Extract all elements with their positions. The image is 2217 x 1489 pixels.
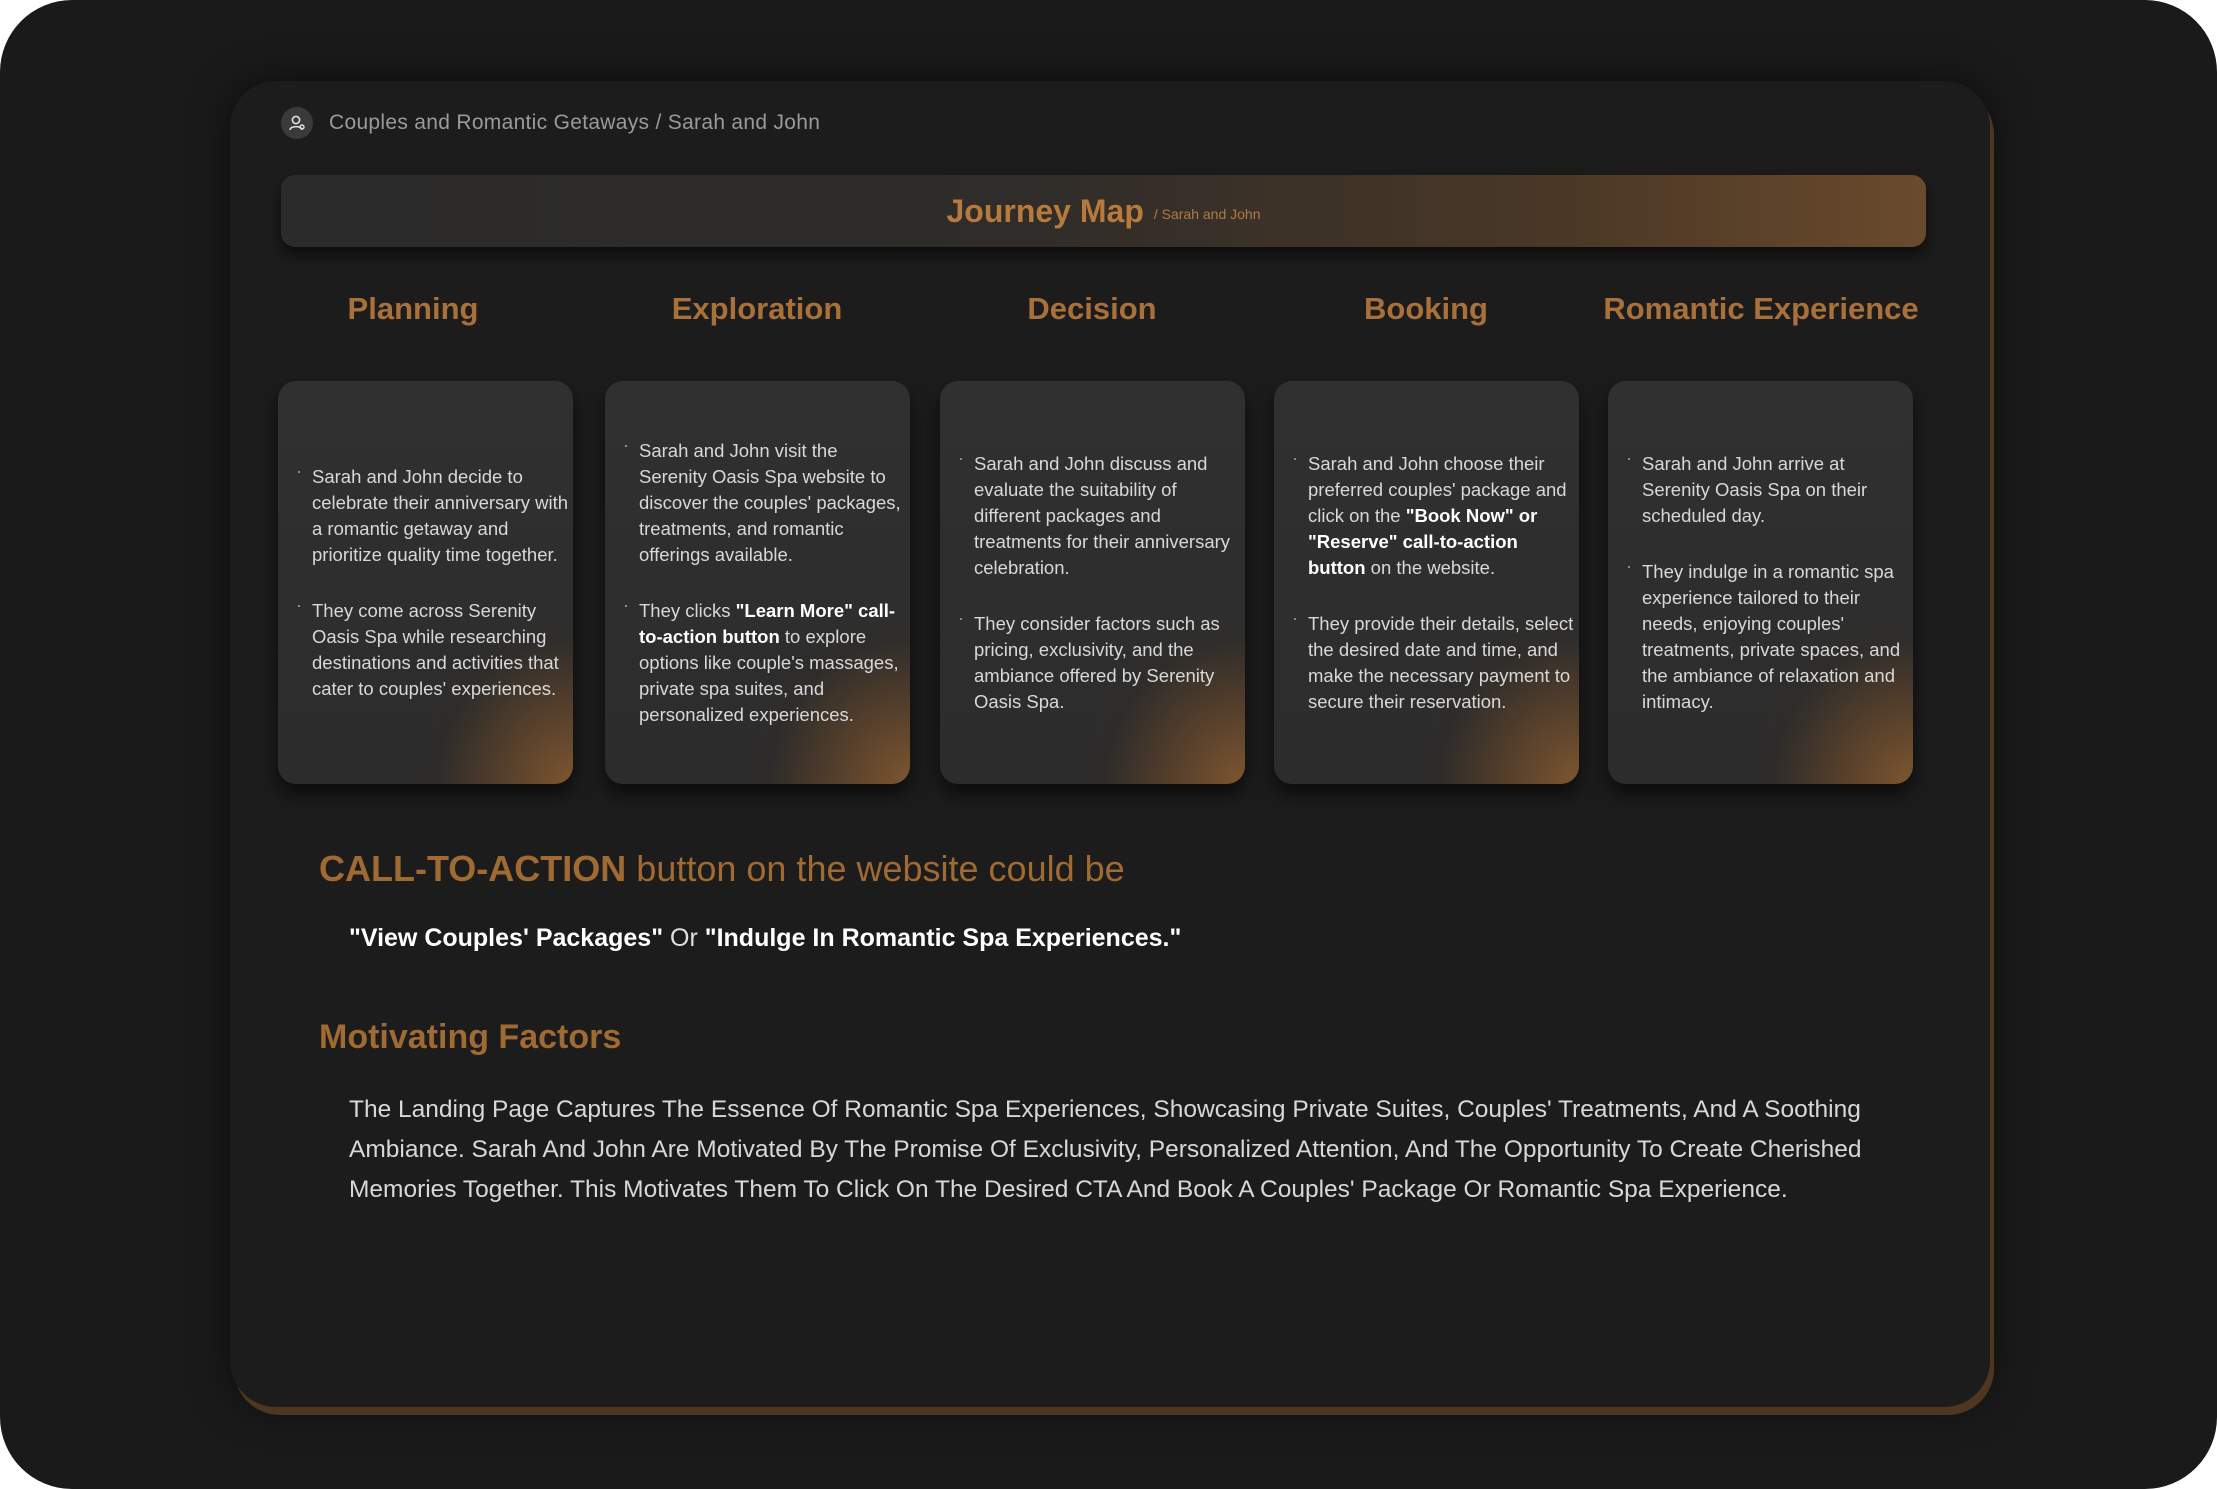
stage-title-decision: Decision bbox=[1027, 291, 1157, 326]
stage-title-booking: Booking bbox=[1364, 291, 1488, 326]
card-bullet: Sarah and John decide to celebrate their… bbox=[296, 458, 569, 568]
card-bullet: They clicks "Learn More" call-to-action … bbox=[623, 592, 906, 728]
page-title: Journey Map bbox=[946, 192, 1144, 229]
device-frame: Couples and Romantic Getaways / Sarah an… bbox=[0, 0, 2217, 1489]
journey-map-header: Journey Map / Sarah and John bbox=[281, 175, 1926, 247]
cta-heading: CALL-TO-ACTION button on the website cou… bbox=[319, 848, 1125, 889]
card-bullet: Sarah and John visit the Serenity Oasis … bbox=[623, 432, 906, 568]
card-bullet: They provide their details, select the d… bbox=[1292, 605, 1575, 715]
stage-card-booking: Sarah and John choose their preferred co… bbox=[1274, 381, 1579, 784]
motivating-factors-heading: Motivating Factors bbox=[319, 1018, 622, 1056]
stage-title-romantic-experience: Romantic Experience bbox=[1603, 291, 1919, 326]
card-bullet: They come across Serenity Oasis Spa whil… bbox=[296, 592, 569, 702]
card-bullet: They indulge in a romantic spa experienc… bbox=[1626, 553, 1909, 715]
stage-card-decision: Sarah and John discuss and evaluate the … bbox=[940, 381, 1245, 784]
page-subtitle: / Sarah and John bbox=[1153, 206, 1261, 222]
card-bullet: Sarah and John discuss and evaluate the … bbox=[958, 445, 1241, 581]
card-bullet: Sarah and John arrive at Serenity Oasis … bbox=[1626, 445, 1909, 529]
cta-option-indulge: "Indulge In Romantic Spa Experiences." bbox=[704, 924, 1182, 952]
card-bullet: Sarah and John choose their preferred co… bbox=[1292, 445, 1575, 581]
user-icon[interactable] bbox=[281, 107, 313, 139]
breadcrumb: Couples and Romantic Getaways / Sarah an… bbox=[281, 107, 820, 139]
stage-title-planning: Planning bbox=[347, 291, 479, 326]
stage-card-romantic-experience: Sarah and John arrive at Serenity Oasis … bbox=[1608, 381, 1913, 784]
cta-option-view-packages: "View Couples' Packages" bbox=[349, 924, 664, 952]
motivating-factors-text: The Landing Page Captures The Essence Of… bbox=[349, 1096, 1862, 1203]
stage-card-exploration: Sarah and John visit the Serenity Oasis … bbox=[605, 381, 910, 784]
journey-map-panel: Couples and Romantic Getaways / Sarah an… bbox=[230, 81, 1990, 1407]
stage-card-planning: Sarah and John decide to celebrate their… bbox=[278, 381, 573, 784]
stage-title-exploration: Exploration bbox=[671, 291, 843, 326]
cta-options: "View Couples' Packages" Or "Indulge In … bbox=[349, 924, 1182, 952]
card-bullet: They consider factors such as pricing, e… bbox=[958, 605, 1241, 715]
breadcrumb-text[interactable]: Couples and Romantic Getaways / Sarah an… bbox=[329, 111, 820, 135]
